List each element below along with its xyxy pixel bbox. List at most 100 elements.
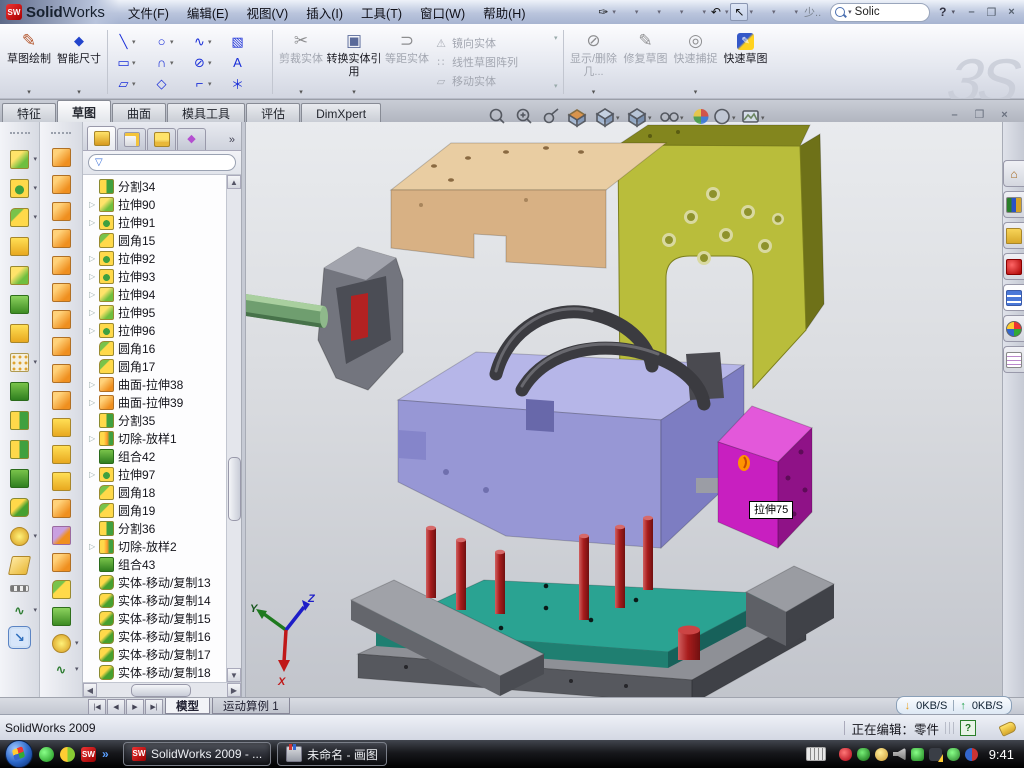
convert-entities-button[interactable]: ▣ 转换实体引用 ▾ bbox=[326, 26, 382, 98]
search-input[interactable]: Solic bbox=[855, 6, 880, 18]
tree-item[interactable]: ▷ 拉伸93 bbox=[83, 267, 226, 285]
appearances-scenes-tab[interactable] bbox=[1003, 315, 1024, 342]
command-tab[interactable]: DimXpert bbox=[301, 103, 381, 123]
tree-item[interactable]: ▷ 实体-移动/复制14 bbox=[83, 591, 226, 609]
tree-item[interactable]: ▷ 组合42 bbox=[83, 447, 226, 465]
command-tab[interactable]: 模具工具 bbox=[167, 103, 245, 123]
combine-bodies-icon[interactable] bbox=[10, 469, 29, 488]
command-tab[interactable]: 特征 bbox=[2, 103, 56, 123]
tree-item[interactable]: ▷ 切除-放样2 bbox=[83, 537, 226, 555]
menu-item[interactable]: 文件(F) bbox=[119, 3, 178, 22]
slot-icon[interactable]: ▱ ▾ bbox=[111, 73, 149, 94]
model-cavity-block[interactable] bbox=[318, 247, 403, 390]
trim-surface-icon[interactable] bbox=[52, 526, 71, 545]
command-tab[interactable]: 评估 bbox=[246, 103, 300, 123]
linear-pattern-icon[interactable] bbox=[10, 353, 29, 372]
save-icon[interactable]: ▾ bbox=[662, 2, 685, 22]
network-warning-tray-icon[interactable] bbox=[929, 748, 942, 761]
view-palette-tab[interactable] bbox=[1003, 284, 1024, 311]
custom-properties-tab[interactable] bbox=[1003, 346, 1024, 373]
move-copy-body-icon[interactable] bbox=[10, 498, 29, 517]
point-icon[interactable]: ＊ ▾ bbox=[225, 73, 263, 94]
tree-item[interactable]: ▷ 实体-移动/复制13 bbox=[83, 573, 226, 591]
tree-item[interactable]: ▷ 圆角19 bbox=[83, 501, 226, 519]
document-tab[interactable]: 运动算例 1 bbox=[212, 698, 290, 714]
expand-arrow-icon[interactable]: ▷ bbox=[89, 542, 99, 551]
expand-arrow-icon[interactable]: ▷ bbox=[89, 434, 99, 443]
tree-item[interactable]: ▷ 实体-移动/复制16 bbox=[83, 627, 226, 645]
rapid-sketch-button[interactable]: ✎ 快速草图 bbox=[721, 26, 771, 98]
expand-arrow-icon[interactable]: ▷ bbox=[89, 218, 99, 227]
vertical-scroll-thumb[interactable] bbox=[228, 457, 241, 521]
line-icon[interactable]: ╲ ▾ bbox=[111, 31, 149, 52]
document-minimize-button[interactable]: – bbox=[946, 107, 963, 122]
extend-surface-icon[interactable] bbox=[52, 499, 71, 518]
polygon-icon[interactable]: ◇ ▾ bbox=[149, 73, 187, 94]
display-delete-relations-button[interactable]: ⊘ 显示/删除几... ▾ bbox=[567, 26, 621, 98]
edit-appearance-icon[interactable] bbox=[694, 109, 709, 124]
expand-arrow-icon[interactable]: ▷ bbox=[89, 398, 99, 407]
tree-item[interactable]: ▷ 拉伸90 bbox=[83, 195, 226, 213]
open-icon[interactable]: ▾ bbox=[639, 2, 662, 22]
tree-item[interactable]: ▷ 拉伸95 bbox=[83, 303, 226, 321]
axis-icon[interactable] bbox=[10, 585, 29, 592]
menu-item[interactable]: 视图(V) bbox=[238, 3, 298, 22]
messenger-icon[interactable] bbox=[39, 747, 54, 762]
model-magenta-block[interactable] bbox=[718, 406, 812, 548]
tree-item[interactable]: ▷ 圆角18 bbox=[83, 483, 226, 501]
tree-vertical-scrollbar[interactable]: ▲ ▼ bbox=[226, 175, 241, 682]
spline-icon[interactable]: ∿ ▾ bbox=[187, 31, 225, 52]
delete-body-icon[interactable] bbox=[10, 324, 29, 343]
circle-icon[interactable]: ○ ▾ bbox=[149, 31, 187, 52]
menu-item[interactable]: 窗口(W) bbox=[411, 3, 474, 22]
titlebar-minimize-button[interactable]: – bbox=[963, 5, 980, 20]
menu-item[interactable]: 编辑(E) bbox=[178, 3, 238, 22]
undo-icon[interactable]: ↶ ▾ bbox=[707, 2, 730, 22]
scroll-left-button[interactable]: ◀ bbox=[83, 683, 97, 697]
repair-sketch-button[interactable]: ✎ 修复草图 bbox=[621, 26, 671, 98]
extruded-cut-icon[interactable] bbox=[10, 295, 29, 314]
launcher-ball-icon[interactable] bbox=[60, 747, 75, 762]
reference-geometry-icon[interactable] bbox=[10, 527, 29, 546]
help-button[interactable]: ? bbox=[936, 5, 949, 19]
command-tab[interactable]: 曲面 bbox=[112, 103, 166, 123]
tree-item[interactable]: ▷ 拉伸96 bbox=[83, 321, 226, 339]
sketch-button[interactable]: ✎ 草图绘制 ▾ bbox=[4, 26, 54, 98]
tree-item[interactable]: ▷ 拉伸94 bbox=[83, 285, 226, 303]
solidworks-launcher-icon[interactable]: SW bbox=[81, 747, 96, 762]
split-body-icon[interactable] bbox=[10, 440, 29, 459]
surface-fillet-icon[interactable] bbox=[52, 580, 71, 599]
tree-item[interactable]: ▷ 分割36 bbox=[83, 519, 226, 537]
input-method-icon[interactable] bbox=[806, 747, 826, 761]
scroll-right-button[interactable]: ▶ bbox=[227, 683, 241, 697]
rectangle-icon[interactable]: ▭ ▾ bbox=[111, 52, 149, 73]
solidworks-resources-tab[interactable]: ⌂ bbox=[1003, 160, 1024, 187]
expand-arrow-icon[interactable]: ▷ bbox=[89, 380, 99, 389]
antivirus-tray-icon[interactable] bbox=[857, 748, 870, 761]
tree-item[interactable]: ▷ 实体-移动/复制17 bbox=[83, 645, 226, 663]
graphics-viewport[interactable]: Y Z X 拉伸75 bbox=[246, 122, 1002, 697]
view-settings-icon[interactable]: ▾ bbox=[743, 111, 765, 122]
sheet-nav-button[interactable]: ▶| bbox=[145, 699, 163, 715]
expand-arrow-icon[interactable]: ▷ bbox=[89, 254, 99, 263]
section-view-icon[interactable] bbox=[569, 110, 585, 126]
options-icon[interactable]: ▾ bbox=[777, 2, 800, 22]
scroll-up-button[interactable]: ▲ bbox=[227, 175, 241, 189]
zoom-to-selection-icon[interactable] bbox=[545, 109, 559, 123]
tree-item[interactable]: ▷ 圆角16 bbox=[83, 339, 226, 357]
expand-arrow-icon[interactable]: ▷ bbox=[89, 272, 99, 281]
freeform-icon[interactable] bbox=[52, 391, 71, 410]
lofted-boss-icon[interactable] bbox=[10, 266, 29, 285]
quicklaunch-more-icon[interactable]: » bbox=[102, 747, 117, 762]
combine-icon[interactable] bbox=[10, 382, 29, 401]
menu-item[interactable]: 帮助(H) bbox=[474, 3, 534, 22]
rebuild-icon[interactable]: ▾ bbox=[754, 2, 777, 22]
untrim-surface-icon[interactable] bbox=[52, 472, 71, 491]
manager-tabs-overflow-button[interactable]: » bbox=[229, 134, 239, 150]
document-close-button[interactable]: × bbox=[996, 107, 1013, 122]
expand-arrow-icon[interactable]: ▷ bbox=[89, 308, 99, 317]
file-explorer-tab[interactable] bbox=[1003, 222, 1024, 249]
lofted-surface-icon[interactable] bbox=[52, 229, 71, 248]
menu-item[interactable]: 工具(T) bbox=[352, 3, 411, 22]
status-help-button[interactable]: ? bbox=[960, 720, 976, 736]
